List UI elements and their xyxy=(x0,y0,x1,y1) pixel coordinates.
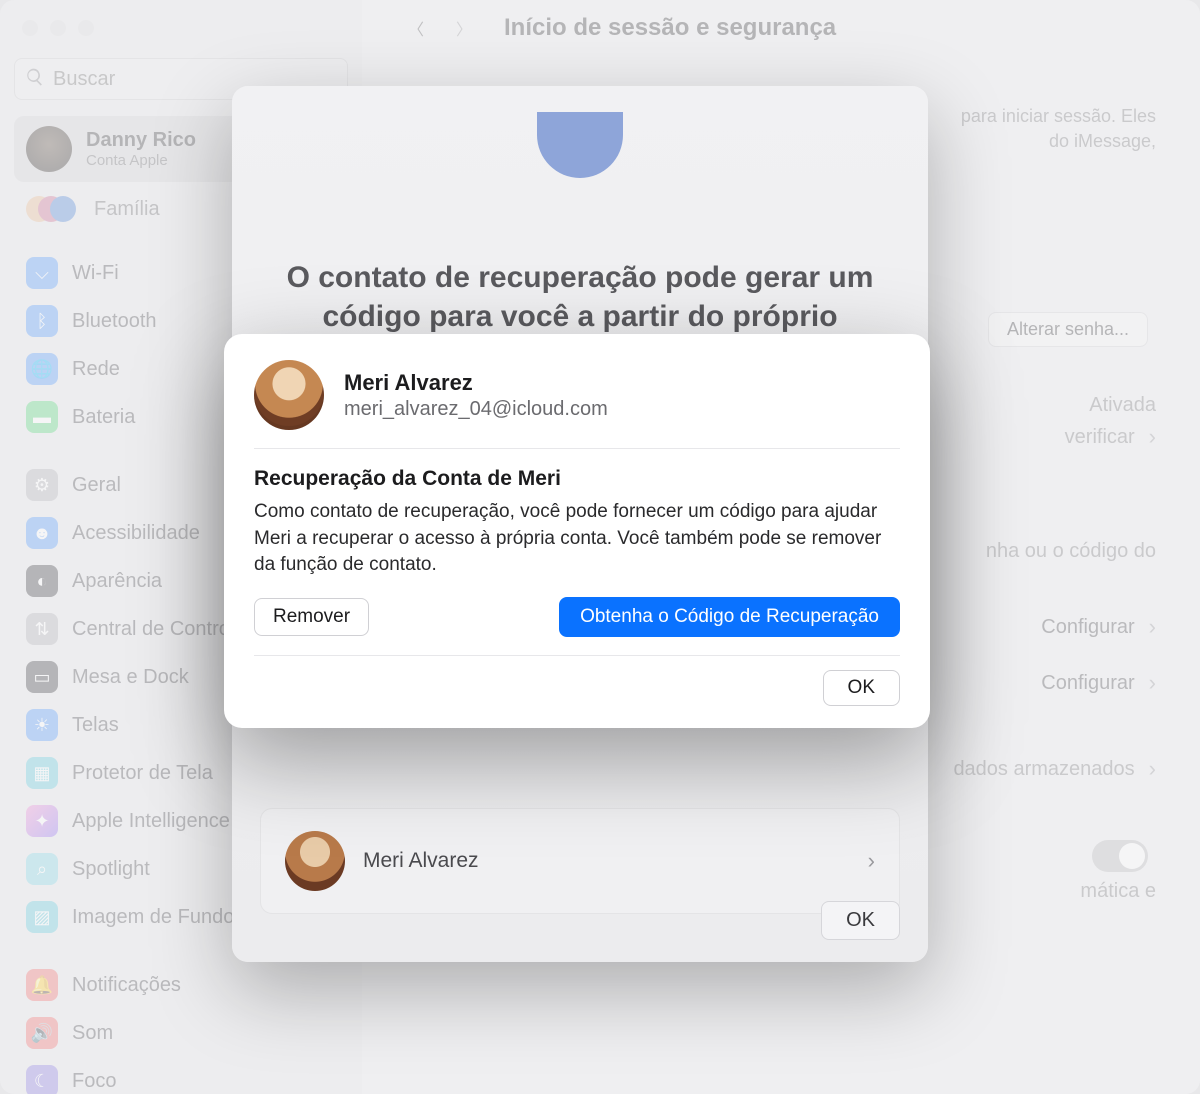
dialog-ok-button[interactable]: OK xyxy=(823,670,900,706)
dialog-contact-name: Meri Alvarez xyxy=(344,370,608,396)
avatar xyxy=(285,831,345,891)
chevron-right-icon: › xyxy=(868,848,875,874)
sheet-ok-button[interactable]: OK xyxy=(821,901,900,940)
remove-button[interactable]: Remover xyxy=(254,598,369,636)
shield-icon xyxy=(537,112,623,178)
get-recovery-code-button[interactable]: Obtenha o Código de Recuperação xyxy=(559,597,900,637)
dialog-contact-email: meri_alvarez_04@icloud.com xyxy=(344,398,608,421)
recovery-contact-row[interactable]: Meri Alvarez › xyxy=(260,808,900,914)
dialog-description: Como contato de recuperação, você pode f… xyxy=(254,499,900,579)
avatar xyxy=(254,360,324,430)
contact-name: Meri Alvarez xyxy=(363,849,850,873)
settings-window: Danny Rico Conta Apple Família ⌵Wi-Fi ᛒB… xyxy=(0,0,1200,1094)
recovery-dialog: Meri Alvarez meri_alvarez_04@icloud.com … xyxy=(224,334,930,728)
dialog-header: Meri Alvarez meri_alvarez_04@icloud.com xyxy=(254,360,900,449)
dialog-title: Recuperação da Conta de Meri xyxy=(254,467,900,491)
